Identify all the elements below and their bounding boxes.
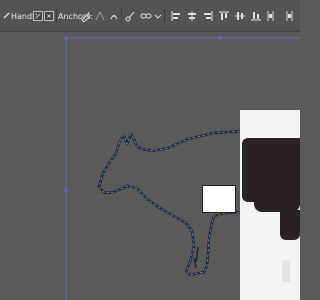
control-bar: Handles: Anchors: [0, 0, 300, 32]
photo-leg-shadow [282, 260, 290, 282]
artboard-top-handle[interactable] [219, 36, 222, 40]
handles-convert-button[interactable] [33, 11, 43, 21]
align-options-icon[interactable] [152, 10, 164, 22]
handles-clear-button[interactable] [44, 11, 54, 21]
artboard-corner-handle[interactable] [64, 36, 68, 40]
align-top-icon[interactable] [218, 10, 230, 22]
distribute-right-icon[interactable] [282, 10, 294, 22]
distribute-left-icon[interactable] [266, 10, 278, 22]
canvas[interactable] [0, 32, 300, 300]
cut-path-icon[interactable] [124, 10, 136, 22]
align-bottom-icon[interactable] [250, 10, 262, 22]
convert-anchor-icon[interactable] [94, 10, 106, 22]
separator [121, 9, 122, 23]
align-right-icon[interactable] [202, 10, 214, 22]
inner-leg-stroke [193, 246, 199, 269]
align-center-icon[interactable] [186, 10, 198, 22]
photo-dark-body [242, 138, 300, 202]
photo-dark-patch [280, 210, 300, 240]
align-middle-icon[interactable] [234, 10, 246, 22]
selection-box[interactable] [202, 185, 236, 213]
remove-handles-icon[interactable] [108, 10, 120, 22]
artboard-side-handle[interactable] [64, 189, 68, 192]
pen-tool-icon[interactable] [80, 10, 92, 22]
separator [164, 9, 165, 23]
align-left-icon[interactable] [170, 10, 182, 22]
link-icon[interactable] [140, 10, 152, 22]
separator [56, 9, 57, 23]
reference-photo[interactable] [240, 110, 300, 300]
